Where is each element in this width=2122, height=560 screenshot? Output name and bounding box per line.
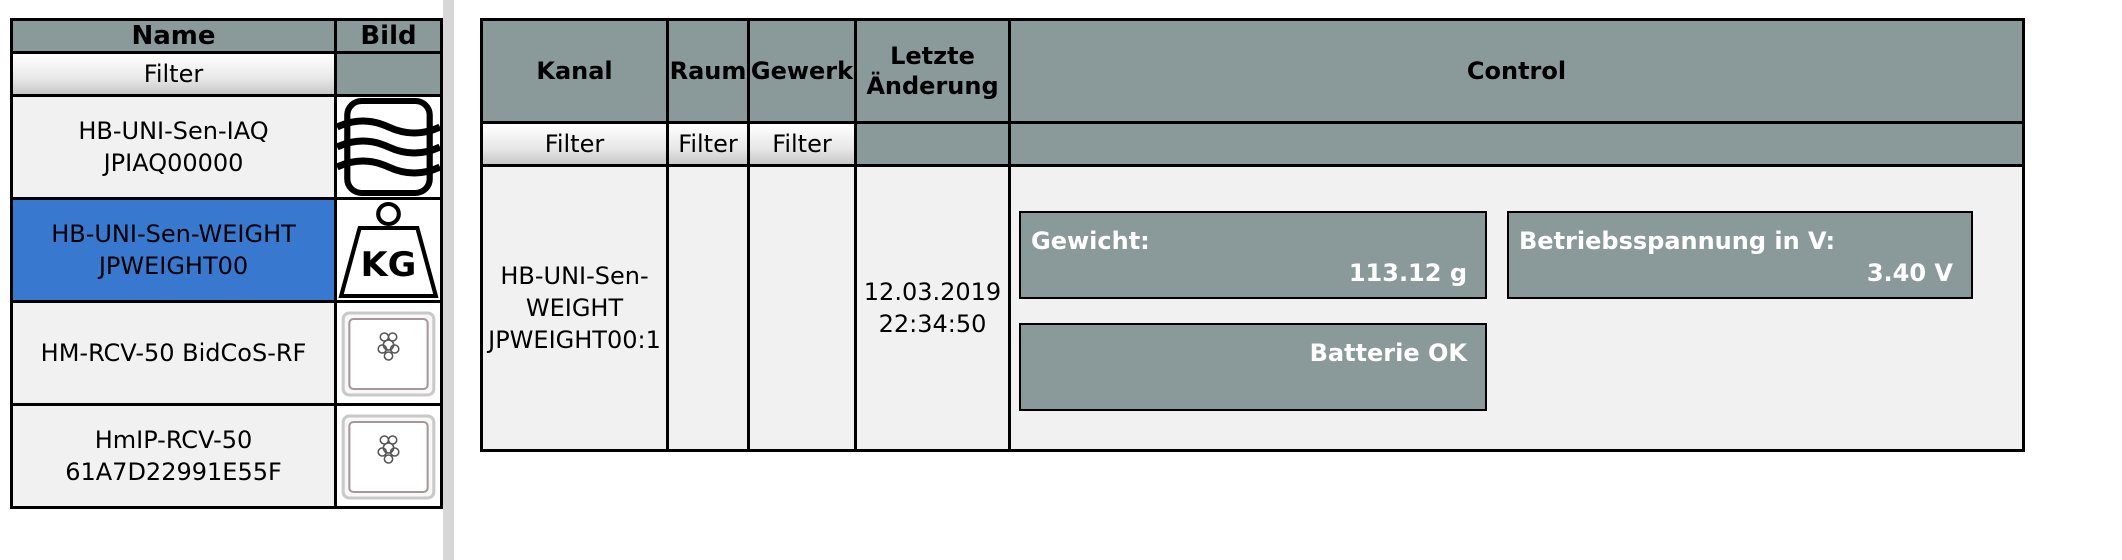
last-change-date: 12.03.2019 [863,278,1002,306]
weight-label: Gewicht: [1031,227,1150,255]
device-name: HB-UNI-Sen-IAQ [78,117,269,145]
device-name-cell[interactable]: HmIP-RCV-50 61A7D22991E55F [10,403,337,509]
last-change-time: 22:34:50 [878,310,987,338]
device-name: HB-UNI-Sen-WEIGHT [51,220,296,248]
voltage-label: Betriebsspannung in V: [1519,227,1836,255]
column-header-raum[interactable]: Raum [666,18,750,124]
kanal-cell: HB-UNI-Sen- WEIGHT JPWEIGHT00:1 [480,164,669,452]
kanal-filter-button[interactable]: Filter [483,124,666,164]
weight-value: 113.12 g [1348,259,1467,287]
last-change-cell: 12.03.2019 22:34:50 [854,164,1011,452]
name-filter-button[interactable]: Filter [13,54,334,94]
device-row-selected[interactable]: HB-UNI-Sen-WEIGHT JPWEIGHT00 KG [10,197,443,303]
device-table: Name Bild Filter HB-UNI-Sen-IAQ JPIAQ000… [10,18,443,509]
device-name-cell[interactable]: HM-RCV-50 BidCoS-RF [10,300,337,406]
battery-datapoint: Batterie OK [1019,323,1487,411]
panel-divider[interactable] [443,0,454,560]
column-header-gewerk[interactable]: Gewerk [747,18,857,124]
air-quality-icon [334,94,443,200]
svg-text:KG: KG [361,245,417,284]
channel-table: Kanal Raum Gewerk Letzte Änderung Contro… [480,18,2025,452]
raum-filter-button[interactable]: Filter [669,124,747,164]
raum-cell [666,164,750,452]
control-cell: Gewicht: 113.12 g Betriebsspannung in V:… [1008,164,2025,452]
device-name-cell[interactable]: HB-UNI-Sen-WEIGHT JPWEIGHT00 [10,197,337,303]
column-header-name[interactable]: Name [10,18,337,54]
gewerk-filter-button[interactable]: Filter [750,124,854,164]
channel-panel: Kanal Raum Gewerk Letzte Änderung Contro… [454,0,2122,560]
date-filter-cell [854,121,1011,167]
kanal-line: WEIGHT [525,294,624,322]
column-header-kanal[interactable]: Kanal [480,18,669,124]
voltage-datapoint: Betriebsspannung in V: 3.40 V [1507,211,1973,299]
device-name: HmIP-RCV-50 [94,426,253,454]
device-serial: JPIAQ00000 [103,149,244,177]
battery-status: Batterie OK [1309,339,1467,367]
device-row[interactable]: HB-UNI-Sen-IAQ JPIAQ00000 [10,94,443,200]
gewerk-cell [747,164,857,452]
kanal-line: HB-UNI-Sen- [500,262,649,290]
raum-filter-cell: Filter [666,121,750,167]
device-row[interactable]: HM-RCV-50 BidCoS-RF [10,300,443,406]
weight-datapoint: Gewicht: 113.12 g [1019,211,1487,299]
column-header-control: Control [1008,18,2025,124]
voltage-value: 3.40 V [1866,259,1953,287]
kanal-line: JPWEIGHT00:1 [488,326,661,354]
device-name-cell[interactable]: HB-UNI-Sen-IAQ JPIAQ00000 [10,94,337,200]
raspberry-pi-board-icon [334,300,443,406]
device-name: HM-RCV-50 BidCoS-RF [40,339,307,367]
device-list-panel: Name Bild Filter HB-UNI-Sen-IAQ JPIAQ000… [0,0,443,560]
kanal-filter-cell: Filter [480,121,669,167]
weight-kg-icon: KG [334,197,443,303]
raspberry-pi-board-icon [334,403,443,509]
device-serial: JPWEIGHT00 [98,252,249,280]
device-row[interactable]: HmIP-RCV-50 61A7D22991E55F [10,403,443,509]
column-header-letzte-aenderung[interactable]: Letzte Änderung [854,18,1011,124]
control-filter-cell [1008,121,2025,167]
gewerk-filter-cell: Filter [747,121,857,167]
image-filter-cell [334,51,443,97]
column-header-image: Bild [334,18,443,54]
header-letzte-line1: Letzte [890,42,975,70]
name-filter-cell: Filter [10,51,337,97]
header-letzte-line2: Änderung [866,72,999,100]
device-serial: 61A7D22991E55F [65,458,282,486]
channel-row: HB-UNI-Sen- WEIGHT JPWEIGHT00:1 12.03.20… [480,164,2025,452]
